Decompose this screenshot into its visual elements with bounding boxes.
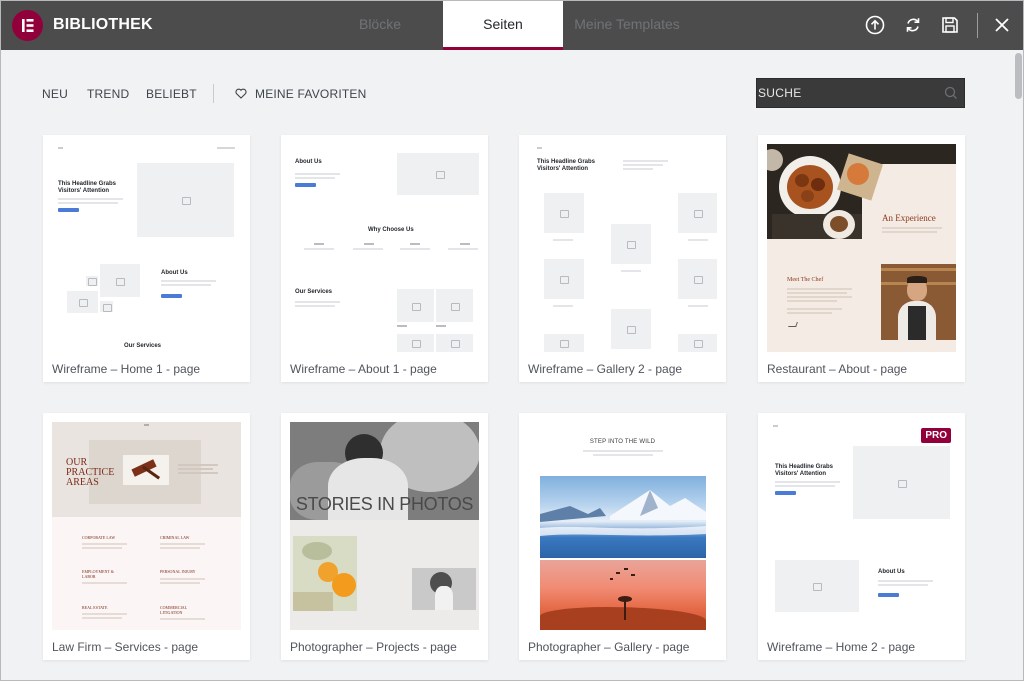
tab-seiten[interactable]: Seiten	[443, 1, 563, 50]
library-modal: BIBLIOTHEK Blöcke Seiten Meine Templates…	[0, 0, 1024, 681]
template-thumbnail: An Experience Meet The Chef	[767, 144, 956, 352]
pro-badge: PRO	[921, 428, 951, 443]
search-input[interactable]	[757, 79, 937, 107]
thumb-services: Our Services	[124, 343, 162, 349]
template-thumbnail: This Headline Grabs Visitors' Attention …	[52, 144, 241, 352]
thumb-headline: This Headline Grabs Visitors' Attention	[775, 464, 834, 477]
template-title: Wireframe – Gallery 2 - page	[528, 362, 683, 376]
template-title: Law Firm – Services - page	[52, 640, 199, 654]
thumb-area: COMMERCIAL LITIGATION	[160, 605, 187, 615]
template-card[interactable]: About Us Why Choose Us Our Services Wire…	[281, 135, 488, 382]
thumb-headline: This Headline Grabs Visitors' Attention	[537, 159, 596, 172]
filter-beliebt[interactable]: BELIEBT	[146, 87, 197, 101]
template-thumbnail: About Us Why Choose Us Our Services	[290, 144, 479, 352]
thumb-experience: An Experience	[882, 213, 936, 223]
heart-icon	[235, 88, 247, 99]
thumb-area: EMPLOYMENT & LABOR	[82, 569, 114, 579]
thumb-about: About Us	[161, 270, 188, 276]
close-icon[interactable]	[991, 14, 1013, 36]
template-card[interactable]: STEP INTO THE WILD Photographer – Galler…	[519, 413, 726, 660]
thumb-area: CORPORATE LAW	[82, 535, 116, 540]
template-card[interactable]: PRO This Headline Grabs Visitors' Attent…	[758, 413, 965, 660]
search-box	[756, 78, 965, 108]
thumb-area: PERSONAL INJURY	[160, 569, 196, 574]
thumb-headline: STORIES IN PHOTOS	[295, 494, 474, 514]
template-thumbnail: OUR PRACTICE AREAS CORPORATE LAW CRIMINA…	[52, 422, 241, 630]
thumb-about: About Us	[295, 159, 322, 165]
thumb-headline: This Headline Grabs Visitors' Attention	[58, 181, 117, 194]
template-card[interactable]: An Experience Meet The Chef Restaurant –…	[758, 135, 965, 382]
elementor-logo	[12, 10, 43, 41]
template-title: Restaurant – About - page	[767, 362, 908, 376]
template-card[interactable]: OUR PRACTICE AREAS CORPORATE LAW CRIMINA…	[43, 413, 250, 660]
template-title: Wireframe – Home 2 - page	[767, 640, 916, 654]
filter-divider	[213, 84, 214, 103]
favorites-label: MEINE FAVORITEN	[255, 87, 367, 101]
library-title: BIBLIOTHEK	[53, 16, 153, 33]
template-thumbnail: This Headline Grabs Visitors' Attention	[528, 144, 717, 352]
template-card[interactable]: STORIES IN PHOTOS Photographer – Project…	[281, 413, 488, 660]
thumb-chef: Meet The Chef	[787, 277, 824, 283]
thumb-services: Our Services	[295, 289, 333, 295]
template-title: Wireframe – About 1 - page	[290, 362, 437, 376]
scrollbar[interactable]	[1013, 50, 1023, 680]
template-thumbnail: STORIES IN PHOTOS	[290, 422, 479, 630]
template-thumbnail: This Headline Grabs Visitors' Attention …	[767, 422, 956, 630]
template-thumbnail: STEP INTO THE WILD	[528, 422, 717, 630]
thumb-area: REAL ESTATE	[82, 605, 108, 610]
save-icon[interactable]	[939, 14, 961, 36]
template-card[interactable]: This Headline Grabs Visitors' Attention …	[43, 135, 250, 382]
filter-meine-favoriten[interactable]: MEINE FAVORITEN	[235, 87, 366, 101]
thumb-about: About Us	[878, 569, 905, 575]
thumb-area: CRIMINAL LAW	[160, 535, 190, 540]
tab-bloecke[interactable]: Blöcke	[319, 1, 441, 50]
template-title: Wireframe – Home 1 - page	[52, 362, 201, 376]
scrollbar-thumb[interactable]	[1015, 53, 1022, 99]
sync-icon[interactable]	[902, 14, 924, 36]
tab-meine-templates[interactable]: Meine Templates	[563, 1, 691, 50]
header-divider	[977, 13, 978, 38]
thumb-headline: STEP INTO THE WILD	[589, 439, 656, 445]
template-card[interactable]: This Headline Grabs Visitors' Attention …	[519, 135, 726, 382]
library-header: BIBLIOTHEK Blöcke Seiten Meine Templates	[1, 1, 1023, 50]
filter-trend[interactable]: TREND	[87, 87, 129, 101]
template-title: Photographer – Projects - page	[290, 640, 457, 654]
search-icon[interactable]	[944, 86, 958, 100]
upload-icon[interactable]	[864, 14, 886, 36]
thumb-headline: OUR PRACTICE AREAS	[66, 457, 115, 488]
thumb-why: Why Choose Us	[368, 227, 414, 233]
filter-neu[interactable]: NEU	[42, 87, 68, 101]
template-title: Photographer – Gallery - page	[528, 640, 690, 654]
